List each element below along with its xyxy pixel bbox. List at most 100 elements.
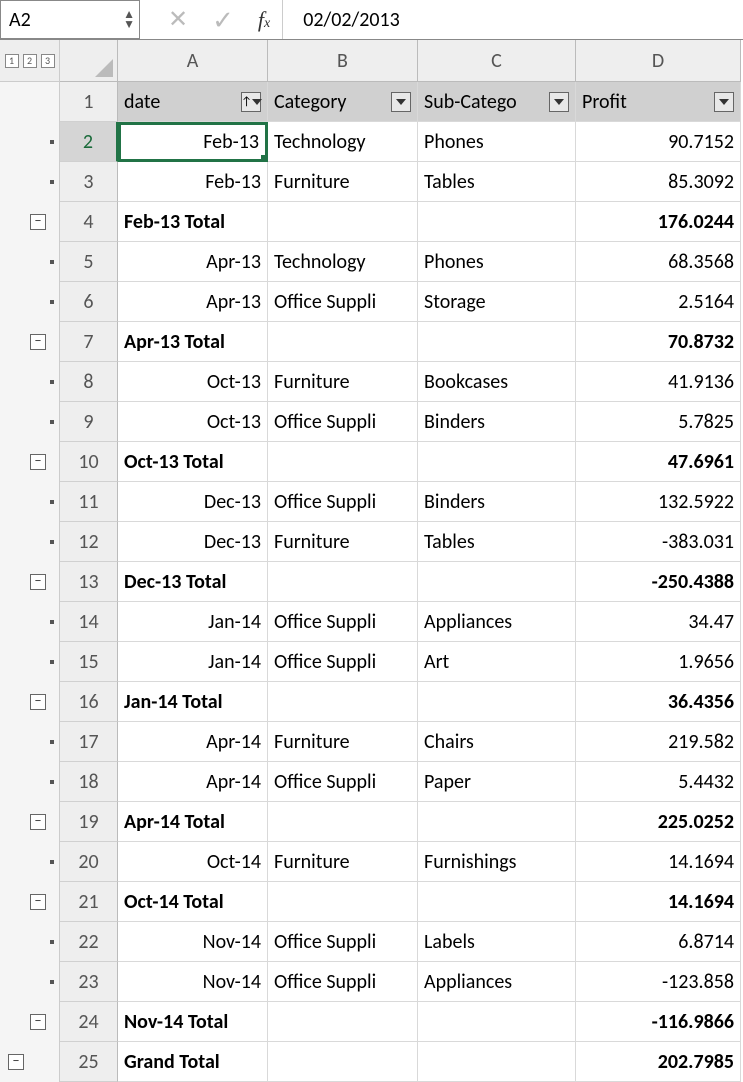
column-header-d[interactable]: D [576, 40, 741, 82]
profit-cell[interactable]: 70.8732 [576, 322, 741, 362]
date-cell[interactable]: Apr-14 [118, 762, 268, 802]
category-cell[interactable]: Furniture [268, 522, 418, 562]
profit-cell[interactable]: 41.9136 [576, 362, 741, 402]
subcategory-cell[interactable]: Paper [418, 762, 576, 802]
profit-cell[interactable]: 34.47 [576, 602, 741, 642]
category-cell[interactable] [268, 202, 418, 242]
date-cell[interactable]: Oct-13 [118, 402, 268, 442]
row-header[interactable]: 17 [60, 722, 118, 762]
total-label-cell[interactable]: Grand Total [118, 1042, 268, 1082]
profit-cell[interactable]: 5.7825 [576, 402, 741, 442]
column-header-a[interactable]: A [118, 40, 268, 82]
category-cell[interactable] [268, 1002, 418, 1042]
profit-cell[interactable]: 1.9656 [576, 642, 741, 682]
table-header-d[interactable]: Profit [576, 82, 741, 122]
spinner-down-icon[interactable]: ▼ [123, 20, 135, 30]
category-cell[interactable]: Office Suppli [268, 762, 418, 802]
select-all-corner[interactable] [60, 40, 118, 82]
profit-cell[interactable]: 47.6961 [576, 442, 741, 482]
outline-collapse-button[interactable]: − [30, 1014, 46, 1030]
table-header-c[interactable]: Sub-Catego [418, 82, 576, 122]
profit-cell[interactable]: 68.3568 [576, 242, 741, 282]
category-cell[interactable]: Office Suppli [268, 642, 418, 682]
row-header[interactable]: 8 [60, 362, 118, 402]
subcategory-cell[interactable]: Chairs [418, 722, 576, 762]
category-cell[interactable] [268, 562, 418, 602]
category-cell[interactable] [268, 1042, 418, 1082]
category-cell[interactable]: Technology [268, 122, 418, 162]
row-header[interactable]: 15 [60, 642, 118, 682]
fx-icon[interactable]: fx [246, 7, 282, 33]
outline-collapse-button[interactable]: − [30, 454, 46, 470]
subcategory-cell[interactable] [418, 442, 576, 482]
date-cell[interactable]: Dec-13 [118, 482, 268, 522]
table-header-b[interactable]: Category [268, 82, 418, 122]
filter-button[interactable] [391, 92, 411, 112]
total-label-cell[interactable]: Oct-14 Total [118, 882, 268, 922]
outline-collapse-button[interactable]: − [30, 694, 46, 710]
subcategory-cell[interactable]: Furnishings [418, 842, 576, 882]
subcategory-cell[interactable]: Bookcases [418, 362, 576, 402]
filter-button[interactable] [549, 92, 569, 112]
total-label-cell[interactable]: Oct-13 Total [118, 442, 268, 482]
date-cell[interactable]: Jan-14 [118, 602, 268, 642]
row-header[interactable]: 6 [60, 282, 118, 322]
profit-cell[interactable]: -383.031 [576, 522, 741, 562]
category-cell[interactable]: Office Suppli [268, 402, 418, 442]
row-header[interactable]: 13 [60, 562, 118, 602]
row-header[interactable]: 25 [60, 1042, 118, 1082]
subcategory-cell[interactable]: Tables [418, 162, 576, 202]
row-header[interactable]: 11 [60, 482, 118, 522]
row-header[interactable]: 21 [60, 882, 118, 922]
subcategory-cell[interactable] [418, 322, 576, 362]
table-header-a[interactable]: date↑ [118, 82, 268, 122]
category-cell[interactable] [268, 802, 418, 842]
date-cell[interactable]: Oct-13 [118, 362, 268, 402]
row-header[interactable]: 16 [60, 682, 118, 722]
outline-collapse-button[interactable]: − [30, 894, 46, 910]
profit-cell[interactable]: -116.9866 [576, 1002, 741, 1042]
date-cell[interactable]: Feb-13 [118, 122, 268, 162]
subcategory-cell[interactable]: Phones [418, 122, 576, 162]
outline-collapse-button[interactable]: − [30, 574, 46, 590]
row-header[interactable]: 12 [60, 522, 118, 562]
filter-button[interactable] [714, 92, 734, 112]
name-box[interactable]: ▲ ▼ [0, 0, 140, 39]
subcategory-cell[interactable] [418, 802, 576, 842]
category-cell[interactable] [268, 682, 418, 722]
total-label-cell[interactable]: Apr-13 Total [118, 322, 268, 362]
row-header[interactable]: 22 [60, 922, 118, 962]
date-cell[interactable]: Dec-13 [118, 522, 268, 562]
profit-cell[interactable]: 5.4432 [576, 762, 741, 802]
column-header-b[interactable]: B [268, 40, 418, 82]
profit-cell[interactable]: 85.3092 [576, 162, 741, 202]
subcategory-cell[interactable]: Binders [418, 402, 576, 442]
row-header[interactable]: 20 [60, 842, 118, 882]
subcategory-cell[interactable]: Appliances [418, 602, 576, 642]
category-cell[interactable]: Office Suppli [268, 962, 418, 1002]
total-label-cell[interactable]: Jan-14 Total [118, 682, 268, 722]
profit-cell[interactable]: 219.582 [576, 722, 741, 762]
subcategory-cell[interactable]: Art [418, 642, 576, 682]
total-label-cell[interactable]: Apr-14 Total [118, 802, 268, 842]
subcategory-cell[interactable]: Phones [418, 242, 576, 282]
profit-cell[interactable]: 14.1694 [576, 842, 741, 882]
row-header[interactable]: 3 [60, 162, 118, 202]
formula-input[interactable]: 02/02/2013 [282, 0, 743, 39]
row-header[interactable]: 19 [60, 802, 118, 842]
date-cell[interactable]: Apr-13 [118, 282, 268, 322]
date-cell[interactable]: Nov-14 [118, 922, 268, 962]
outline-collapse-button[interactable]: − [8, 1054, 24, 1070]
category-cell[interactable] [268, 322, 418, 362]
outline-collapse-button[interactable]: − [30, 334, 46, 350]
date-cell[interactable]: Nov-14 [118, 962, 268, 1002]
sort-filter-button[interactable]: ↑ [241, 92, 261, 112]
row-header[interactable]: 4 [60, 202, 118, 242]
profit-cell[interactable]: 36.4356 [576, 682, 741, 722]
date-cell[interactable]: Apr-14 [118, 722, 268, 762]
category-cell[interactable]: Office Suppli [268, 482, 418, 522]
total-label-cell[interactable]: Feb-13 Total [118, 202, 268, 242]
total-label-cell[interactable]: Nov-14 Total [118, 1002, 268, 1042]
subcategory-cell[interactable]: Labels [418, 922, 576, 962]
profit-cell[interactable]: 2.5164 [576, 282, 741, 322]
